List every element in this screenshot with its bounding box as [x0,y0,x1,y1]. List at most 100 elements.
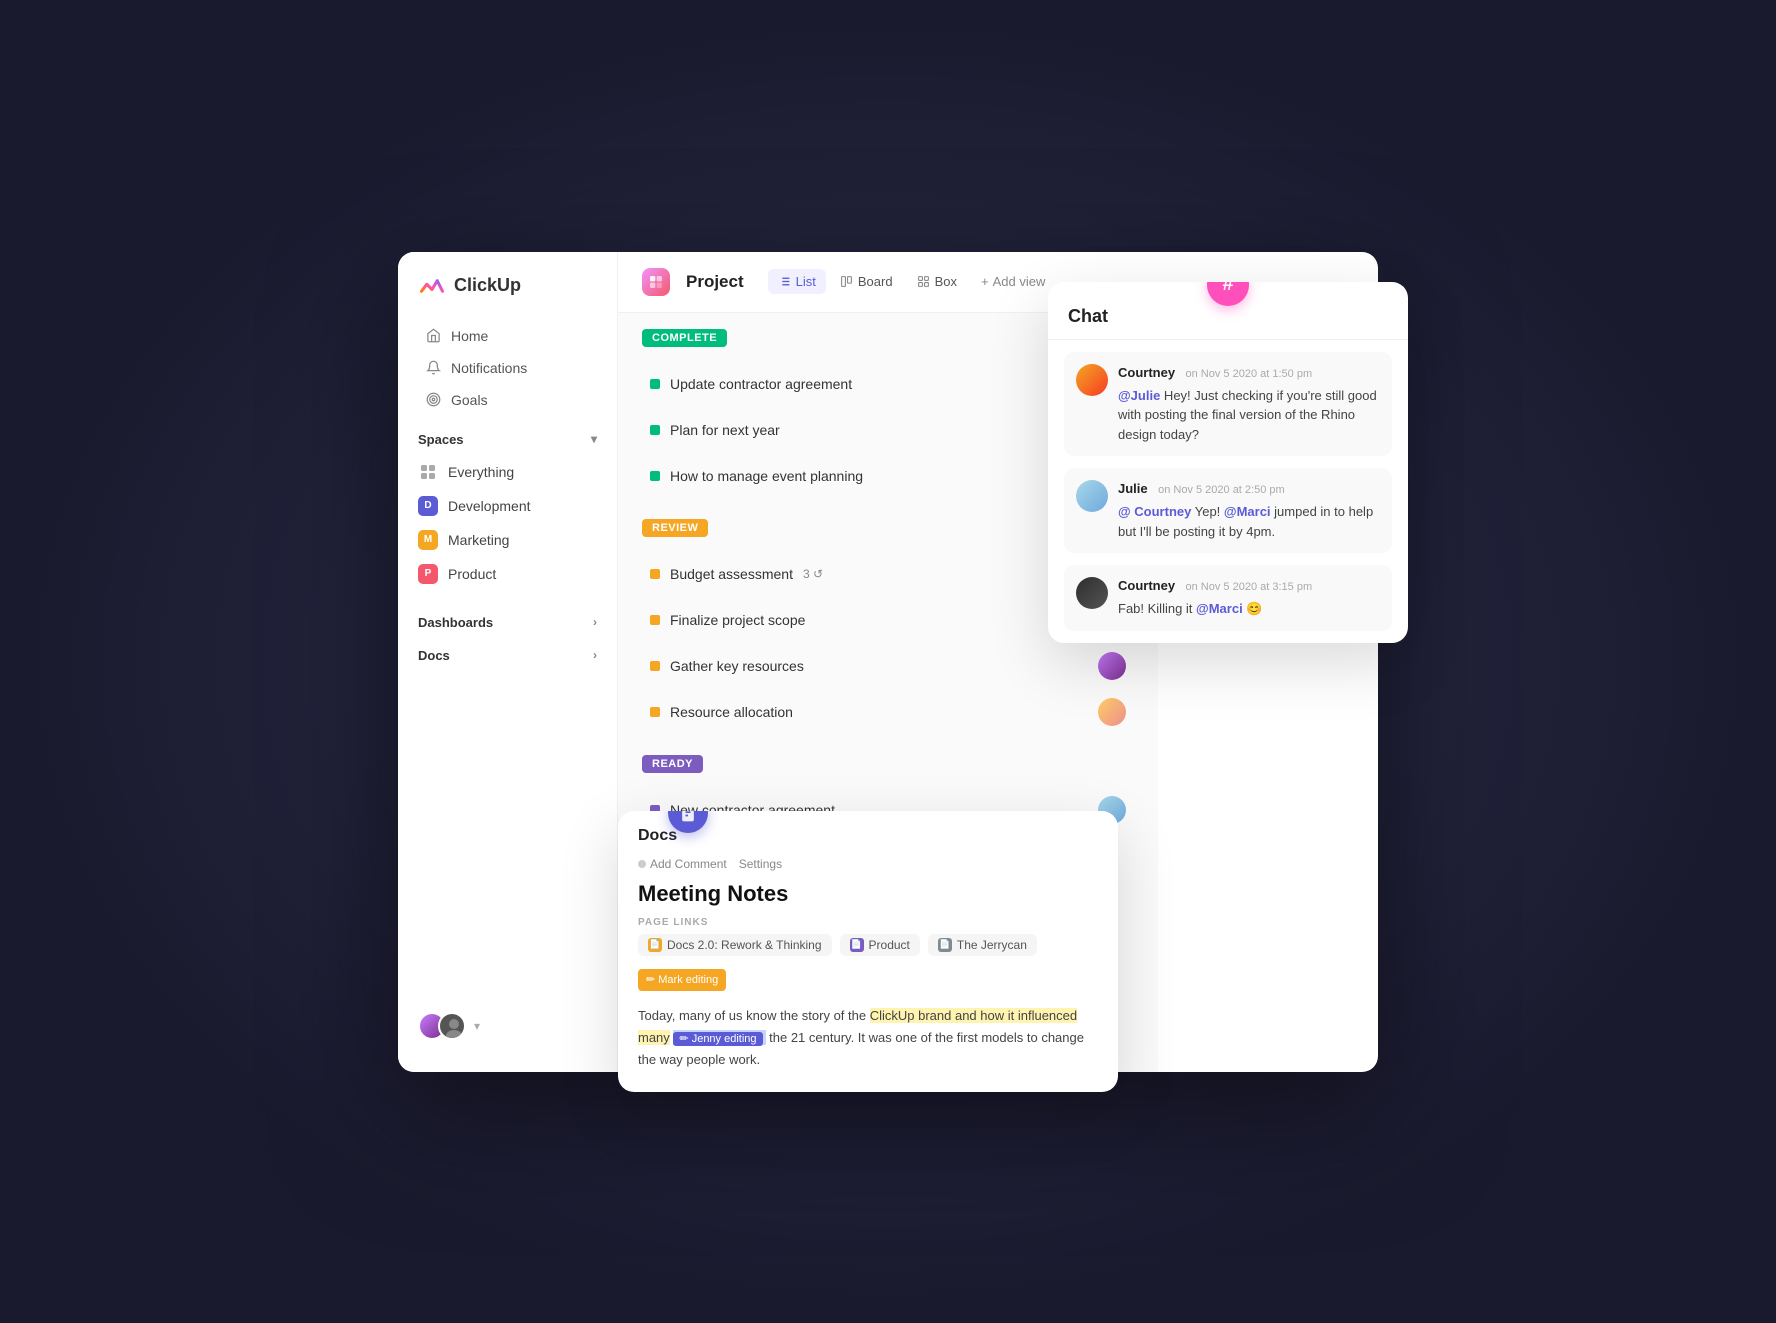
nav-home[interactable]: Home [406,320,609,352]
nav-home-label: Home [451,328,488,344]
chat-avatar-julie [1076,480,1108,512]
task-status-dot [650,661,660,671]
spaces-label: Spaces [418,432,464,447]
docs-meeting-title: Meeting Notes [618,881,1118,917]
chat-avatar-courtney2 [1076,577,1108,609]
view-tab-list[interactable]: List [768,269,826,294]
task-status-dot [650,707,660,717]
add-comment-label: Add Comment [650,857,727,871]
view-tabs: List Board Box + [768,269,1056,294]
task-name: Gather key resources [670,658,804,674]
bell-icon [426,360,441,375]
docs-settings[interactable]: Settings [739,857,782,871]
chip-icon: 📄 [850,938,864,952]
user-dropdown-arrow[interactable]: ▾ [474,1019,480,1033]
project-icon [642,268,670,296]
product-dot: P [418,564,438,584]
task-row[interactable]: Gather key resources [642,643,1134,689]
page-link-chip[interactable]: 📄 The Jerrycan [928,934,1037,956]
sidebar: ClickUp Home Notifications Goals Sp [398,252,618,1072]
spaces-header[interactable]: Spaces ▾ [398,416,617,455]
page-link-chip[interactable]: 📄 Docs 2.0: Rework & Thinking [638,934,832,956]
settings-label: Settings [739,857,782,871]
chat-timestamp: on Nov 5 2020 at 2:50 pm [1158,484,1285,496]
task-status-dot [650,425,660,435]
task-status-dot [650,569,660,579]
view-tab-box-label: Box [935,274,957,289]
spaces-chevron-icon: ▾ [591,432,597,446]
chat-author: Courtney [1118,365,1175,380]
task-avatar [1098,652,1126,680]
chat-message-content: Courtney on Nov 5 2020 at 3:15 pm Fab! K… [1118,577,1312,619]
sidebar-item-development-label: Development [448,498,531,514]
mention: @Marci [1224,504,1271,519]
mention: @Julie [1118,388,1160,403]
chat-message-content: Julie on Nov 5 2020 at 2:50 pm @ Courtne… [1118,480,1380,541]
clickup-logo-icon [418,272,446,300]
marketing-dot: M [418,530,438,550]
chat-timestamp: on Nov 5 2020 at 1:50 pm [1186,368,1313,380]
task-avatar [1098,698,1126,726]
mark-editing-badge: ✏ Mark editing [638,969,726,992]
mention: @Marci [1196,601,1243,616]
task-name: Budget assessment [670,566,793,582]
view-tab-box[interactable]: Box [907,269,967,294]
chat-panel: # Chat Courtney on Nov 5 2020 at 1:50 pm… [1048,282,1408,643]
task-name: How to manage event planning [670,468,863,484]
task-name: Resource allocation [670,704,793,720]
page-link-label: The Jerrycan [957,938,1027,952]
jenny-editing-badge: ✏ Jenny editing [673,1030,765,1045]
chat-author: Courtney [1118,578,1175,593]
comment-dot-icon [638,860,646,868]
add-view-label: Add view [993,274,1046,289]
section-docs[interactable]: Docs › [398,636,617,669]
chat-text: @Julie Hey! Just checking if you're stil… [1118,386,1380,445]
avatar-user2 [438,1012,466,1040]
docs-body: ✏ Mark editing Today, many of us know th… [618,968,1118,1092]
chat-message-content: Courtney on Nov 5 2020 at 1:50 pm @Julie… [1118,364,1380,445]
docs-add-comment[interactable]: Add Comment [638,857,727,871]
sidebar-item-development[interactable]: D Development [398,489,617,523]
section-dashboards[interactable]: Dashboards › [398,603,617,636]
task-count: 3 ↺ [803,567,823,581]
box-icon [917,275,930,288]
chat-text: Fab! Killing it @Marci 😊 [1118,599,1312,619]
status-badge-review: REVIEW [642,519,708,537]
sidebar-item-everything[interactable]: Everything [398,455,617,489]
sidebar-item-everything-label: Everything [448,464,514,480]
chat-message: Courtney on Nov 5 2020 at 3:15 pm Fab! K… [1064,565,1392,631]
view-tab-list-label: List [796,274,816,289]
task-status-dot [650,471,660,481]
view-tab-board[interactable]: Board [830,269,903,294]
nav-notifications[interactable]: Notifications [406,352,609,384]
chat-message: Courtney on Nov 5 2020 at 1:50 pm @Julie… [1064,352,1392,457]
view-tab-board-label: Board [858,274,893,289]
page-link-label: Docs 2.0: Rework & Thinking [667,938,822,952]
chat-timestamp: on Nov 5 2020 at 3:15 pm [1186,581,1313,593]
user-avatars[interactable] [418,1012,466,1040]
add-view-button[interactable]: + Add view [971,269,1055,294]
page-link-label: Product [869,938,910,952]
docs-body-text: Today, many of us know the story of the … [638,1005,1098,1071]
docs-actions: Add Comment Settings [618,853,1118,881]
page-link-chip[interactable]: 📄 Product [840,934,920,956]
nav-notifications-label: Notifications [451,360,527,376]
sidebar-item-marketing[interactable]: M Marketing [398,523,617,557]
chip-icon: 📄 [938,938,952,952]
docs-overlay: Docs Add Comment Settings Meeting Notes … [618,811,1118,1092]
sidebar-footer: ▾ [398,1000,617,1052]
dashboards-label: Dashboards [418,615,493,630]
jenny-badge: ✏ Jenny editing [673,1032,762,1046]
chip-icon: 📄 [648,938,662,952]
home-icon [426,328,441,343]
task-name: Plan for next year [670,422,780,438]
status-badge-ready: READY [642,755,703,773]
sidebar-item-product-label: Product [448,566,496,582]
logo-area[interactable]: ClickUp [398,272,617,320]
task-name: Finalize project scope [670,612,805,628]
nav-goals[interactable]: Goals [406,384,609,416]
chat-text: @ Courtney Yep! @Marci jumped in to help… [1118,502,1380,541]
dashboards-chevron-icon: › [593,615,597,629]
task-row[interactable]: Resource allocation [642,689,1134,735]
sidebar-item-product[interactable]: P Product [398,557,617,591]
